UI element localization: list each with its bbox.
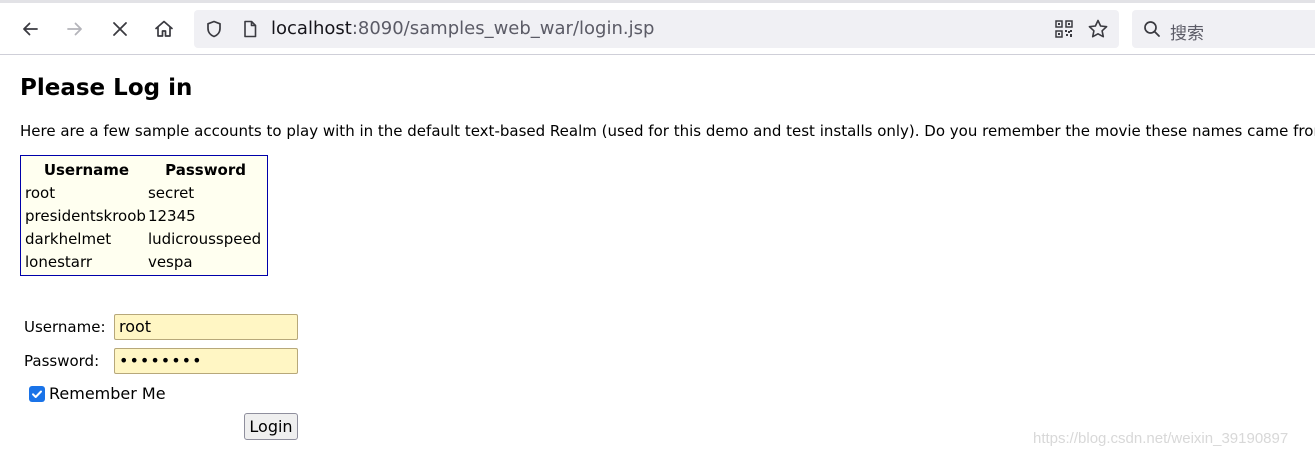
table-row: darkhelmet ludicrousspeed [25,227,263,250]
account-password: vespa [147,252,193,271]
stop-icon [110,19,130,39]
table-row: root secret [25,181,263,204]
username-label: Username: [24,318,106,336]
toolbar-top-edge [0,0,1315,3]
header-username: Username [43,160,130,179]
username-input[interactable]: root [114,314,298,340]
search-bar[interactable]: 搜索 [1132,10,1315,48]
back-arrow-icon [20,19,40,39]
home-icon [153,18,175,40]
table-header-row: Username Password [25,158,263,181]
watermark-text: https://blog.csdn.net/weixin_39190897 [1033,430,1289,447]
stop-button[interactable] [105,14,135,44]
login-button[interactable]: Login [244,413,298,440]
account-password: secret [147,183,195,202]
forward-button[interactable] [60,14,90,44]
shield-icon[interactable] [204,19,224,43]
password-label: Password: [24,352,100,370]
table-row: presidentskroob 12345 [25,204,263,227]
home-button[interactable] [149,14,179,44]
qr-code-icon[interactable] [1054,19,1074,43]
back-button[interactable] [15,14,45,44]
account-password: ludicrousspeed [147,229,262,248]
checkmark-icon [31,385,43,404]
remember-me-checkbox[interactable] [29,386,45,402]
remember-me-label[interactable]: Remember Me [49,384,166,403]
url-host: localhost [271,18,352,39]
browser-toolbar: localhost:8090/samples_web_war/login.jsp… [0,0,1315,55]
account-username: darkhelmet [25,229,112,248]
url-path: :8090/samples_web_war/login.jsp [351,18,655,39]
account-username: presidentskroob [25,206,146,225]
account-username: root [25,183,56,202]
search-icon [1142,19,1162,43]
header-password: Password [165,160,246,179]
star-icon[interactable] [1087,18,1109,44]
forward-arrow-icon [65,19,85,39]
intro-text: Here are a few sample accounts to play w… [20,122,1315,140]
sample-accounts-table: Username Password root secret presidents… [20,155,269,276]
page-content: Please Log in Here are a few sample acco… [0,56,1315,459]
table-row: lonestarr vespa [25,250,263,273]
page-icon[interactable] [240,19,260,43]
page-title: Please Log in [20,75,193,101]
account-password: 12345 [147,206,196,225]
account-username: lonestarr [25,252,93,271]
search-placeholder: 搜索 [1170,24,1204,44]
url-text[interactable]: localhost:8090/samples_web_war/login.jsp [271,18,654,40]
address-bar[interactable]: localhost:8090/samples_web_war/login.jsp [194,10,1119,48]
password-input[interactable]: •••••••• [114,348,298,374]
